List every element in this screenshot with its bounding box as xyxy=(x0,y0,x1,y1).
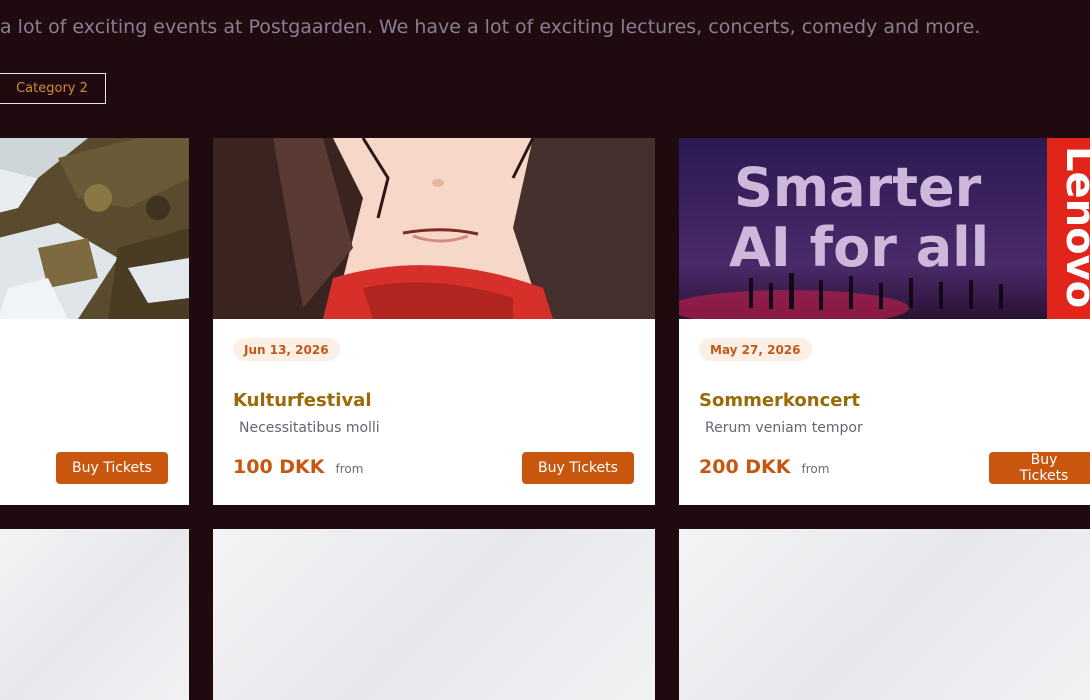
image-text-ai: AI for all xyxy=(729,216,989,279)
event-card-placeholder xyxy=(0,529,189,700)
buy-tickets-button[interactable]: Buy Tickets xyxy=(989,452,1090,484)
buy-tickets-button[interactable]: Buy Tickets xyxy=(56,452,168,484)
event-image-smarter-ai: Smarter AI for all Lenovo xyxy=(679,138,1090,319)
event-title[interactable]: Sommerkoncert xyxy=(699,390,860,411)
event-card-kulturfestival: Jun 13, 2026 Kulturfestival Necessitatib… xyxy=(213,138,655,505)
price-value: 200 DKK xyxy=(699,456,791,478)
event-card: Buy Tickets xyxy=(0,138,189,505)
image-text-brand: Lenovo xyxy=(1057,146,1090,308)
event-card-placeholder xyxy=(679,529,1090,700)
intro-text: a lot of exciting events at Postgaarden.… xyxy=(0,16,981,38)
category-2-filter-button[interactable]: Category 2 xyxy=(0,73,106,104)
event-price: 200 DKK from xyxy=(699,456,829,478)
event-price: 100 DKK from xyxy=(233,456,363,478)
event-subtitle: Necessitatibus molli xyxy=(239,420,380,436)
event-date-badge: Jun 13, 2026 xyxy=(233,338,340,361)
price-from-label: from xyxy=(335,462,364,476)
event-date-badge: May 27, 2026 xyxy=(699,338,812,361)
event-title[interactable]: Kulturfestival xyxy=(233,390,372,411)
event-subtitle: Rerum veniam tempor xyxy=(705,420,863,436)
event-image-mountain xyxy=(0,138,189,319)
price-from-label: from xyxy=(801,462,830,476)
event-image-illustration xyxy=(213,138,655,319)
buy-tickets-button[interactable]: Buy Tickets xyxy=(522,452,634,484)
image-text-smarter: Smarter xyxy=(734,156,982,219)
price-value: 100 DKK xyxy=(233,456,325,478)
event-card-placeholder xyxy=(213,529,655,700)
event-card-sommerkoncert: Smarter AI for all Lenovo May 27, 2026 S… xyxy=(679,138,1090,505)
